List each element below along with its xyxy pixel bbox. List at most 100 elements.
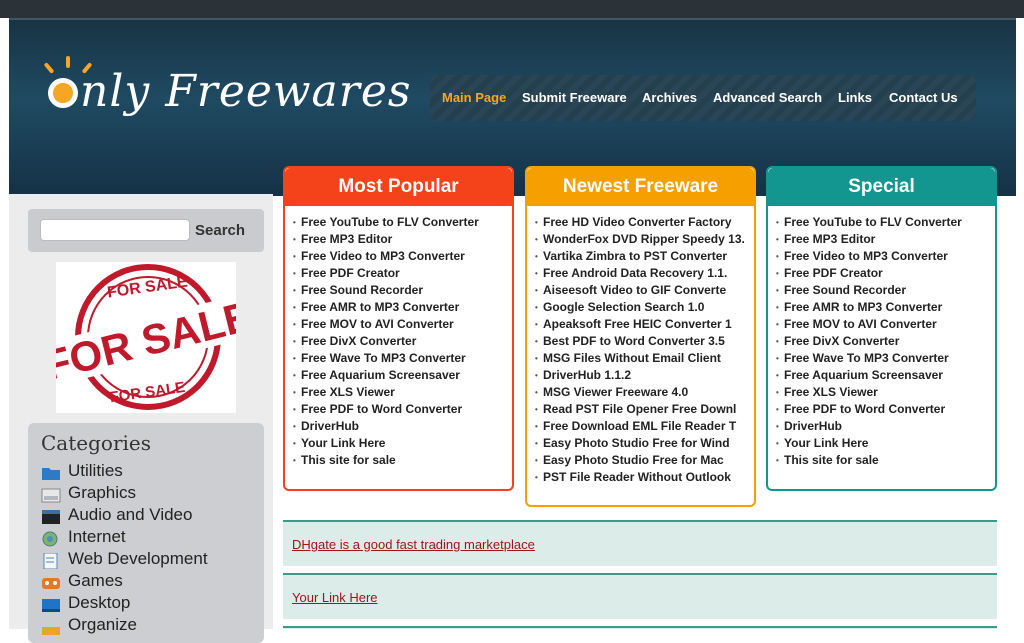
list-item[interactable]: Free DivX Converter bbox=[776, 333, 987, 350]
search-button[interactable]: Search bbox=[195, 222, 245, 239]
most-popular-list: Free YouTube to FLV Converter Free MP3 E… bbox=[285, 206, 512, 469]
list-item[interactable]: Free Video to MP3 Converter bbox=[776, 248, 987, 265]
nav-archives[interactable]: Archives bbox=[642, 90, 697, 105]
newest-freeware-box: Newest Freeware Free HD Video Converter … bbox=[525, 166, 756, 507]
list-item[interactable]: Free Android Data Recovery 1.1. bbox=[535, 265, 746, 282]
category-utilities[interactable]: Utilities bbox=[41, 461, 261, 483]
list-item[interactable]: Free Sound Recorder bbox=[293, 282, 504, 299]
list-item[interactable]: DriverHub 1.1.2 bbox=[535, 367, 746, 384]
list-item[interactable]: Your Link Here bbox=[776, 435, 987, 452]
nav-advanced-search[interactable]: Advanced Search bbox=[713, 90, 822, 105]
main-nav: Main Page Submit Freeware Archives Advan… bbox=[430, 75, 976, 121]
category-label: Audio and Video bbox=[68, 505, 193, 524]
graphics-icon bbox=[41, 488, 61, 503]
list-item[interactable]: MSG Files Without Email Client bbox=[535, 350, 746, 367]
list-item[interactable]: Google Selection Search 1.0 bbox=[535, 299, 746, 316]
list-item[interactable]: Free Download EML File Reader T bbox=[535, 418, 746, 435]
list-item[interactable]: Free AMR to MP3 Converter bbox=[776, 299, 987, 316]
category-label: Internet bbox=[68, 527, 126, 546]
newest-freeware-title: Newest Freeware bbox=[527, 168, 754, 206]
for-sale-stamp-graphic: FOR SALE FOR SALE FOR SALE bbox=[56, 264, 236, 410]
most-popular-title: Most Popular bbox=[285, 168, 512, 206]
nav-submit-freeware[interactable]: Submit Freeware bbox=[522, 90, 627, 105]
nav-links[interactable]: Links bbox=[838, 90, 872, 105]
list-item[interactable]: MSG Viewer Freeware 4.0 bbox=[535, 384, 746, 401]
category-label: Utilities bbox=[68, 461, 123, 480]
sponsored-link[interactable]: Your Link Here bbox=[292, 590, 378, 605]
list-item[interactable]: Vartika Zimbra to PST Converter bbox=[535, 248, 746, 265]
category-label: Games bbox=[68, 571, 123, 590]
site-logo[interactable]: nly Freewares bbox=[40, 50, 410, 130]
list-item[interactable]: Aiseesoft Video to GIF Converte bbox=[535, 282, 746, 299]
list-item[interactable]: Free Aquarium Screensaver bbox=[776, 367, 987, 384]
list-item[interactable]: WonderFox DVD Ripper Speedy 13. bbox=[535, 231, 746, 248]
sponsored-link[interactable]: DHgate is a good fast trading marketplac… bbox=[292, 537, 535, 552]
category-web-development[interactable]: Web Development bbox=[41, 549, 261, 571]
list-item[interactable]: This site for sale bbox=[776, 452, 987, 469]
category-label: Web Development bbox=[68, 549, 208, 568]
list-item[interactable]: Free XLS Viewer bbox=[293, 384, 504, 401]
most-popular-box: Most Popular Free YouTube to FLV Convert… bbox=[283, 166, 514, 491]
list-item[interactable]: Free Sound Recorder bbox=[776, 282, 987, 299]
logo-o-icon bbox=[48, 78, 78, 108]
list-item[interactable]: Free Wave To MP3 Converter bbox=[293, 350, 504, 367]
list-item[interactable]: Read PST File Opener Free Downl bbox=[535, 401, 746, 418]
for-sale-stamp[interactable]: FOR SALE FOR SALE FOR SALE bbox=[56, 262, 236, 413]
list-item[interactable]: Free YouTube to FLV Converter bbox=[776, 214, 987, 231]
nav-contact-us[interactable]: Contact Us bbox=[889, 90, 958, 105]
nav-main-page[interactable]: Main Page bbox=[442, 90, 506, 105]
list-item[interactable]: Free PDF Creator bbox=[776, 265, 987, 282]
list-item[interactable]: Apeaksoft Free HEIC Converter 1 bbox=[535, 316, 746, 333]
list-item[interactable]: Free Video to MP3 Converter bbox=[293, 248, 504, 265]
special-title: Special bbox=[768, 168, 995, 206]
document-icon bbox=[43, 553, 58, 569]
list-item[interactable]: Free DivX Converter bbox=[293, 333, 504, 350]
category-graphics[interactable]: Graphics bbox=[41, 483, 261, 505]
newest-freeware-list: Free HD Video Converter Factory WonderFo… bbox=[527, 206, 754, 486]
category-label: Graphics bbox=[68, 483, 137, 502]
list-item[interactable]: DriverHub bbox=[293, 418, 504, 435]
games-icon bbox=[42, 578, 60, 589]
list-item[interactable]: DriverHub bbox=[776, 418, 987, 435]
logo-wordmark: nly Freewares bbox=[80, 66, 412, 117]
list-item[interactable]: Free MOV to AVI Converter bbox=[776, 316, 987, 333]
clapperboard-icon bbox=[42, 510, 60, 524]
category-audio-video[interactable]: Audio and Video bbox=[41, 505, 261, 527]
globe-icon bbox=[42, 531, 58, 547]
list-item[interactable]: PST File Reader Without Outlook bbox=[535, 469, 746, 486]
sponsored-link-row: Your Link Here bbox=[283, 573, 997, 619]
organize-icon bbox=[42, 627, 60, 635]
list-item[interactable]: This site for sale bbox=[293, 452, 504, 469]
list-item[interactable]: Easy Photo Studio Free for Wind bbox=[535, 435, 746, 452]
top-bar bbox=[0, 0, 1024, 18]
category-label: Organize bbox=[68, 615, 137, 634]
category-organize[interactable]: Organize bbox=[41, 615, 261, 637]
list-item[interactable]: Free PDF to Word Converter bbox=[776, 401, 987, 418]
special-list: Free YouTube to FLV Converter Free MP3 E… bbox=[768, 206, 995, 469]
list-item[interactable]: Free PDF Creator bbox=[293, 265, 504, 282]
folder-icon bbox=[42, 468, 60, 480]
list-item[interactable]: Free HD Video Converter Factory bbox=[535, 214, 746, 231]
category-games[interactable]: Games bbox=[41, 571, 261, 593]
list-item[interactable]: Easy Photo Studio Free for Mac bbox=[535, 452, 746, 469]
list-item[interactable]: Free MP3 Editor bbox=[293, 231, 504, 248]
search-input[interactable] bbox=[40, 219, 190, 241]
categories-title: Categories bbox=[41, 431, 151, 455]
list-item[interactable]: Free PDF to Word Converter bbox=[293, 401, 504, 418]
desktop-icon bbox=[42, 599, 60, 612]
special-box: Special Free YouTube to FLV Converter Fr… bbox=[766, 166, 997, 491]
category-internet[interactable]: Internet bbox=[41, 527, 261, 549]
category-label: Desktop bbox=[68, 593, 131, 612]
list-item[interactable]: Free MOV to AVI Converter bbox=[293, 316, 504, 333]
categories-panel: Categories Utilities Graphics Audio and … bbox=[28, 423, 264, 643]
list-item[interactable]: Free MP3 Editor bbox=[776, 231, 987, 248]
list-item[interactable]: Free XLS Viewer bbox=[776, 384, 987, 401]
list-item[interactable]: Free Wave To MP3 Converter bbox=[776, 350, 987, 367]
list-item[interactable]: Best PDF to Word Converter 3.5 bbox=[535, 333, 746, 350]
list-item[interactable]: Free AMR to MP3 Converter bbox=[293, 299, 504, 316]
list-item[interactable]: Free YouTube to FLV Converter bbox=[293, 214, 504, 231]
list-item[interactable]: Free Aquarium Screensaver bbox=[293, 367, 504, 384]
list-item[interactable]: Your Link Here bbox=[293, 435, 504, 452]
search-panel: Search bbox=[28, 209, 264, 252]
category-desktop[interactable]: Desktop bbox=[41, 593, 261, 615]
